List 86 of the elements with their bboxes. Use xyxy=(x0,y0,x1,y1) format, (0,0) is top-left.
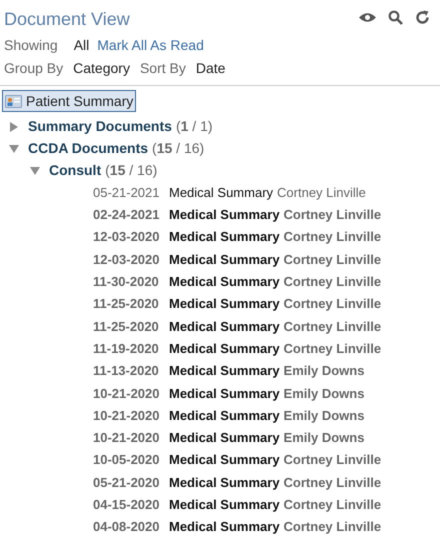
document-title: Medical Summary xyxy=(169,250,280,269)
document-title: Medical Summary xyxy=(169,406,280,425)
document-date: 11-25-2020 xyxy=(93,295,160,314)
document-author: Cortney Linville xyxy=(284,518,382,536)
document-title: Medical Summary xyxy=(169,318,280,336)
document-author: Cortney Linville xyxy=(284,340,382,358)
document-title: Medical Summary xyxy=(169,340,280,358)
document-row[interactable]: 11-19-2020 Medical Summary Cortney Linville xyxy=(2,338,440,360)
refresh-icon[interactable] xyxy=(415,10,430,25)
group-count: (15 / 16) xyxy=(152,139,204,158)
panel-title: Document View xyxy=(4,8,130,31)
document-author: Cortney Linville xyxy=(277,184,366,202)
document-date: 12-03-2020 xyxy=(93,250,160,269)
document-row[interactable]: 10-21-2020 Medical Summary Emily Downs xyxy=(2,426,440,450)
document-title: Medical Summary xyxy=(169,206,280,224)
document-date: 11-25-2020 xyxy=(93,318,160,336)
patient-card-icon xyxy=(5,94,22,108)
document-row[interactable]: 04-15-2020 Medical Summary Cortney Linville xyxy=(2,494,440,516)
group-by-value[interactable]: Category xyxy=(73,58,130,78)
document-date: 10-21-2020 xyxy=(93,384,160,403)
showing-value[interactable]: All xyxy=(74,34,90,56)
document-title: Medical Summary xyxy=(169,228,280,246)
group-count: (15 / 16) xyxy=(105,161,158,180)
document-title: Medical Summary xyxy=(169,451,280,470)
group-label[interactable]: Summary Documents xyxy=(28,116,172,137)
document-date: 05-21-2021 xyxy=(93,184,160,202)
document-row[interactable]: 11-25-2020 Medical Summary Cortney Linville xyxy=(2,315,440,338)
document-author: Cortney Linville xyxy=(284,496,382,514)
document-title: Medical Summary xyxy=(169,474,280,492)
document-author: Emily Downs xyxy=(284,429,364,448)
document-row[interactable]: 05-21-2020 Medical Summary Cortney Linville xyxy=(2,471,440,494)
document-row[interactable]: 11-13-2020 Medical Summary Emily Downs xyxy=(2,360,440,382)
document-date: 11-13-2020 xyxy=(93,362,160,380)
document-date: 05-21-2020 xyxy=(93,474,160,492)
sort-by-label: Sort By xyxy=(140,58,186,78)
document-author: Cortney Linville xyxy=(284,206,382,224)
document-author: Cortney Linville xyxy=(284,250,382,269)
document-author: Cortney Linville xyxy=(284,295,382,314)
eye-icon[interactable] xyxy=(359,12,376,23)
showing-label: Showing xyxy=(4,36,58,55)
document-row[interactable]: 10-05-2020 Medical Summary Cortney Linville xyxy=(2,449,440,472)
document-row[interactable]: 11-25-2020 Medical Summary Cortney Linville xyxy=(2,292,440,316)
document-row[interactable]: 02-24-2021 Medical Summary Cortney Linville xyxy=(2,204,440,226)
document-date: 10-21-2020 xyxy=(93,429,160,448)
document-title: Medical Summary xyxy=(169,273,280,292)
document-title: Medical Summary xyxy=(169,295,280,314)
document-row[interactable]: 04-08-2020 Medical Summary Cortney Linville xyxy=(2,516,440,538)
document-date: 02-24-2021 xyxy=(93,206,160,224)
collapsed-arrow-icon[interactable] xyxy=(9,122,19,132)
mark-all-read-link[interactable]: Mark All As Read xyxy=(97,34,204,56)
document-author: Emily Downs xyxy=(284,362,364,380)
document-row[interactable]: 05-21-2021 Medical Summary Cortney Linville xyxy=(2,182,440,204)
patient-summary-node[interactable]: Patient Summary xyxy=(2,90,136,112)
document-date: 10-05-2020 xyxy=(93,451,160,470)
document-row[interactable]: 10-21-2020 Medical Summary Emily Downs xyxy=(2,382,440,404)
document-title: Medical Summary xyxy=(169,496,280,514)
document-title: Medical Summary xyxy=(169,362,280,380)
group-label[interactable]: Consult xyxy=(49,160,102,181)
expanded-arrow-icon[interactable] xyxy=(9,144,19,154)
document-date: 11-30-2020 xyxy=(93,273,160,292)
group-count: (1 / 1) xyxy=(176,117,213,136)
document-row[interactable]: 12-03-2020 Medical Summary Cortney Linville xyxy=(2,248,440,271)
document-date: 04-08-2020 xyxy=(93,518,160,536)
document-author: Cortney Linville xyxy=(284,273,382,292)
sort-by-value[interactable]: Date xyxy=(196,58,226,78)
document-author: Cortney Linville xyxy=(284,451,382,470)
document-author: Emily Downs xyxy=(284,406,364,425)
document-author: Cortney Linville xyxy=(284,474,382,492)
document-date: 11-19-2020 xyxy=(93,340,160,358)
document-row[interactable]: 10-21-2020 Medical Summary Emily Downs xyxy=(2,404,440,427)
document-date: 04-15-2020 xyxy=(93,496,160,514)
document-title: Medical Summary xyxy=(169,384,280,403)
document-title: Medical Summary xyxy=(169,518,280,536)
document-author: Cortney Linville xyxy=(284,228,382,246)
document-row[interactable]: 11-30-2020 Medical Summary Cortney Linville xyxy=(2,270,440,293)
expanded-arrow-icon[interactable] xyxy=(30,166,40,176)
search-icon[interactable] xyxy=(388,10,403,25)
document-date: 10-21-2020 xyxy=(93,406,160,425)
document-author: Cortney Linville xyxy=(284,318,382,336)
document-date: 12-03-2020 xyxy=(93,228,160,246)
document-title: Medical Summary xyxy=(169,184,274,202)
document-row[interactable]: 12-03-2020 Medical Summary Cortney Linville xyxy=(2,226,440,248)
group-label[interactable]: CCDA Documents xyxy=(28,138,148,159)
document-title: Medical Summary xyxy=(169,429,280,448)
group-by-label: Group By xyxy=(4,58,64,78)
document-author: Emily Downs xyxy=(284,384,364,403)
